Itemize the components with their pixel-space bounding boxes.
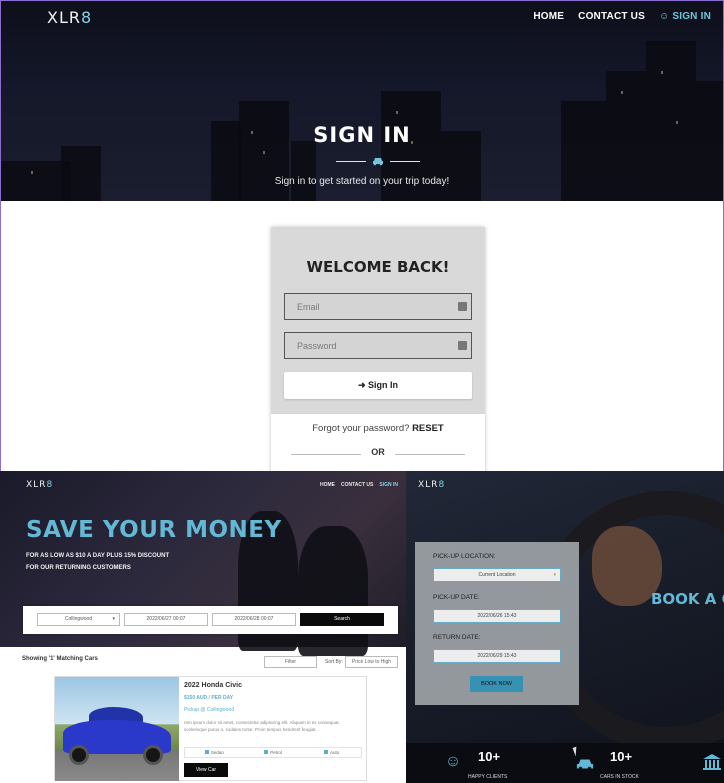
or-divider: OR xyxy=(291,447,465,461)
stats-bar: ☺ 10+ HAPPY CLIENTS 10+ CARS IN STOCK xyxy=(406,743,724,783)
top-navbar: XLR8 HOME CONTACT US ☺ SIGN IN xyxy=(1,1,723,35)
composite-screenshot: XLR8 HOME CONTACT US ☺ SIGN IN SIGN IN S… xyxy=(0,0,724,783)
return-date-input[interactable]: 2022/06/28 00:07 xyxy=(212,613,296,626)
booking-heading: BOOK A C xyxy=(651,590,724,608)
sort-label: Sort By: xyxy=(325,659,343,665)
car-description: rem ipsum dolor sit amet, consectetur ad… xyxy=(184,720,340,732)
smiley-icon: ☺ xyxy=(444,753,462,770)
nav-links: HOME CONTACT US SIGN IN xyxy=(320,482,398,488)
page-subtitle: FOR AS LOW AS $10 A DAY PLUS 15% DISCOUN… xyxy=(26,553,170,571)
password-input[interactable] xyxy=(285,333,471,358)
email-field[interactable] xyxy=(284,293,472,320)
car-image xyxy=(55,677,179,781)
tag-body-type: Sedan xyxy=(185,748,244,757)
logo[interactable]: XLR8 xyxy=(47,8,92,27)
email-input[interactable] xyxy=(285,294,471,319)
save-money-page: XLR8 HOME CONTACT US SIGN IN SAVE YOUR M… xyxy=(0,471,406,783)
car-icon xyxy=(576,759,594,771)
nav-signin-link[interactable]: SIGN IN xyxy=(379,482,398,488)
hero-banner: XLR8 HOME CONTACT US ☺ SIGN IN SIGN IN S… xyxy=(1,1,723,201)
chevron-down-icon: ▾ xyxy=(553,572,556,578)
nav-links: HOME CONTACT US ☺ SIGN IN xyxy=(533,11,711,22)
results-count: Showing '1' Matching Cars xyxy=(22,656,98,662)
signin-button[interactable]: ➜ Sign In xyxy=(284,372,472,399)
nav-signin-link[interactable]: ☺ SIGN IN xyxy=(659,11,711,22)
car-icon xyxy=(373,158,383,166)
car-price: $150 AUD / PER DAY xyxy=(184,695,234,701)
car-tags: Sedan Petrol Auto xyxy=(184,747,362,758)
title-divider xyxy=(336,155,420,167)
tag-transmission: Auto xyxy=(302,748,361,757)
card-title: WELCOME BACK! xyxy=(306,258,450,276)
nav-home-link[interactable]: HOME xyxy=(320,482,335,488)
id-card-icon xyxy=(458,341,467,350)
booking-page: XLR8 PICK-UP LOCATION: Current Location ▾… xyxy=(406,471,724,783)
logo[interactable]: XLR8 xyxy=(418,480,445,490)
signin-arrow-icon: ➜ xyxy=(357,380,366,390)
sort-select[interactable]: Price Low to High xyxy=(345,656,398,668)
filter-select[interactable]: Filter xyxy=(264,656,317,668)
view-car-button[interactable]: View Car xyxy=(184,763,228,777)
signin-page: XLR8 HOME CONTACT US ☺ SIGN IN SIGN IN S… xyxy=(0,0,724,484)
signin-card: WELCOME BACK! ➜ Sign In Forgot your pass… xyxy=(271,227,485,483)
search-bar: Collingwood ▾ 2022/06/27 00:07 2022/06/28… xyxy=(23,606,398,634)
search-button[interactable]: Search xyxy=(300,613,384,626)
logo[interactable]: XLR8 xyxy=(26,480,53,490)
return-date-label: RETURN DATE: xyxy=(433,634,481,641)
return-date-input[interactable]: 2022/06/29 15:43 xyxy=(433,649,561,663)
nav-contact-link[interactable]: CONTACT US xyxy=(341,482,373,488)
hero-banner: XLR8 HOME CONTACT US SIGN IN SAVE YOUR M… xyxy=(0,471,406,656)
pickup-location-label: PICK-UP LOCATION: xyxy=(433,553,496,560)
booking-form: PICK-UP LOCATION: Current Location ▾ PICK… xyxy=(415,542,579,705)
location-select[interactable]: Collingwood ▾ xyxy=(37,613,120,626)
car-name: 2022 Honda Civic xyxy=(184,682,242,689)
page-title: SIGN IN xyxy=(313,123,411,147)
car-card: 2022 Honda Civic $150 AUD / PER DAY Pick… xyxy=(54,676,367,781)
pickup-date-input[interactable]: 2022/06/26 15:43 xyxy=(433,609,561,623)
reset-link[interactable]: RESET xyxy=(412,423,444,434)
page-title: SAVE YOUR MONEY xyxy=(26,517,282,543)
password-field[interactable] xyxy=(284,332,472,359)
forgot-password-text: Forgot your password? RESET xyxy=(312,423,444,434)
nav-home-link[interactable]: HOME xyxy=(533,11,564,22)
car-pickup-location: Pickup @ Collingwood xyxy=(184,707,235,713)
nav-contact-link[interactable]: CONTACT US xyxy=(578,11,645,22)
bank-icon xyxy=(703,754,721,770)
pickup-date-input[interactable]: 2022/06/27 00:07 xyxy=(124,613,208,626)
hero-banner: XLR8 PICK-UP LOCATION: Current Location ▾… xyxy=(406,471,724,751)
id-card-icon xyxy=(458,302,467,311)
chevron-down-icon: ▾ xyxy=(112,616,115,622)
pickup-date-label: PICK-UP DATE: xyxy=(433,594,480,601)
tag-fuel: Petrol xyxy=(244,748,303,757)
page-subtitle: Sign in to get started on your trip toda… xyxy=(274,176,450,187)
pickup-location-select[interactable]: Current Location ▾ xyxy=(433,568,561,582)
book-now-button[interactable]: BOOK NOW xyxy=(470,676,523,692)
